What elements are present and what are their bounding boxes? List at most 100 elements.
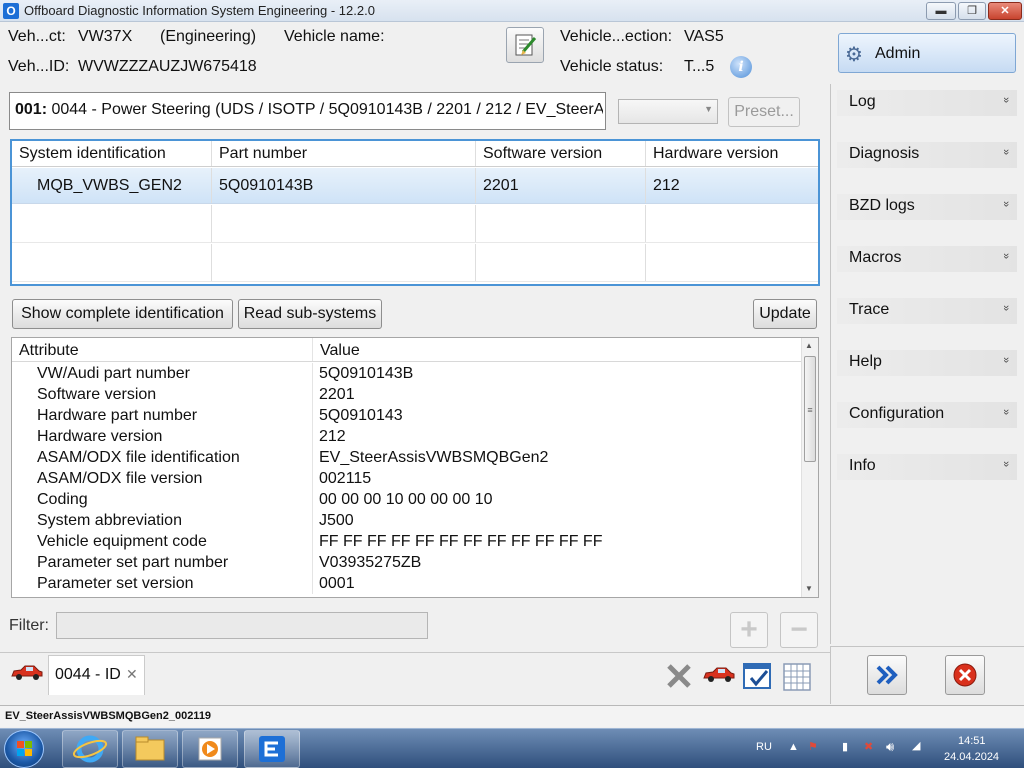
disconnect-tools-icon[interactable] <box>663 660 695 692</box>
column-header[interactable]: Value <box>313 338 360 361</box>
edit-vehicle-button[interactable] <box>506 27 544 63</box>
battery-icon[interactable]: ▮ <box>842 740 848 753</box>
panel-item-label: Log <box>849 93 876 110</box>
attribute-value: 5Q0910143 <box>319 407 403 424</box>
attribute-name: Hardware version <box>12 426 313 447</box>
admin-button[interactable]: ⚙ Admin <box>838 33 1016 73</box>
remove-filter-button[interactable]: − <box>780 612 818 648</box>
forward-button[interactable] <box>867 655 907 695</box>
vehicle-mode-value: (Engineering) <box>160 28 257 45</box>
internet-explorer-icon <box>72 735 108 763</box>
add-filter-button[interactable]: + <box>730 612 768 648</box>
column-header[interactable]: Part number <box>212 141 476 166</box>
scroll-up-icon[interactable]: ▲ <box>805 341 813 350</box>
table-row[interactable]: System abbreviation J500 <box>12 510 802 531</box>
panel-item-label: Configuration <box>849 405 945 422</box>
attribute-value: 00 00 00 10 00 00 00 10 <box>319 491 493 508</box>
exit-button[interactable] <box>945 655 985 695</box>
scroll-down-icon[interactable]: ▼ <box>805 584 813 593</box>
table-row[interactable]: Hardware part number 5Q0910143 <box>12 405 802 426</box>
volume-icon[interactable]: 🔊︎ <box>886 739 894 755</box>
close-icon[interactable]: ✕ <box>126 666 138 683</box>
window-title: Offboard Diagnostic Information System E… <box>24 3 375 18</box>
table-row[interactable]: Vehicle equipment code FF FF FF FF FF FF … <box>12 531 802 552</box>
table-row[interactable]: MQB_VWBS_GEN2 5Q0910143B 2201 212 <box>12 168 818 204</box>
column-header[interactable]: Hardware version <box>646 141 818 166</box>
system-combo[interactable]: ▼ <box>618 99 718 124</box>
taskbar-internet-explorer[interactable] <box>62 730 118 768</box>
identification-header: System identification Part number Softwa… <box>12 141 818 167</box>
panel-item-label: Diagnosis <box>849 145 920 162</box>
table-row[interactable]: Hardware version 212 <box>12 426 802 447</box>
power-alert-icon[interactable]: ✖ <box>864 740 873 753</box>
tab-0044-id[interactable]: 0044 - ID ✕ <box>48 655 145 695</box>
panel-item-bzd-logs[interactable]: BZD logs » <box>837 194 1017 220</box>
panel-item-macros[interactable]: Macros » <box>837 246 1017 272</box>
attribute-value: J500 <box>319 512 354 529</box>
maximize-button[interactable]: ❐ <box>958 2 986 20</box>
language-indicator[interactable]: RU <box>756 741 772 753</box>
table-row[interactable]: Coding 00 00 00 10 00 00 00 10 <box>12 489 802 510</box>
attribute-name: Vehicle equipment code <box>12 531 313 552</box>
minimize-button[interactable]: ▬ <box>926 2 956 20</box>
panel-item-label: Trace <box>849 301 890 318</box>
panel-item-help[interactable]: Help » <box>837 350 1017 376</box>
app-icon: O <box>3 3 19 19</box>
chevron-down-icon: ▼ <box>704 104 713 114</box>
vertical-scrollbar[interactable]: ▲ ≡ ▼ <box>801 338 818 597</box>
table-row[interactable]: Parameter set part number V03935275ZB <box>12 552 802 573</box>
show-complete-identification-button[interactable]: Show complete identification <box>12 299 233 329</box>
chevron-down-icon: » <box>999 96 1012 104</box>
calendar-check-icon[interactable] <box>742 660 774 692</box>
taskbar: RU ▲ ⚑ ▮ ✖ 🔊︎ ◢ 14:51 24.04.2024 <box>0 728 1024 768</box>
attributes-table: Attribute Value VW/Audi part number 5Q091… <box>11 337 819 598</box>
vehicle-connection-value: VAS5 <box>684 28 724 45</box>
attribute-name: ASAM/ODX file identification <box>12 447 313 468</box>
grid-icon[interactable] <box>782 660 814 692</box>
network-flag-icon[interactable]: ⚑ <box>808 740 818 753</box>
update-button[interactable]: Update <box>753 299 817 329</box>
empty-row <box>12 244 818 282</box>
chevron-down-icon: » <box>999 460 1012 468</box>
column-header[interactable]: Attribute <box>12 338 313 361</box>
system-selector[interactable]: 001: 0044 - Power Steering (UDS / ISOTP … <box>9 92 606 130</box>
attribute-value: 212 <box>319 428 346 445</box>
info-icon[interactable]: i <box>730 56 752 78</box>
attribute-name: Coding <box>12 489 313 510</box>
table-row[interactable]: VW/Audi part number 5Q0910143B <box>12 363 802 384</box>
start-button[interactable] <box>4 730 44 768</box>
notepad-pencil-icon <box>515 34 537 56</box>
system-description: 001: 0044 - Power Steering (UDS / ISOTP … <box>15 101 603 119</box>
column-header[interactable]: System identification <box>12 141 212 166</box>
vehicle-status-label: Vehicle status: <box>560 58 664 75</box>
table-row[interactable]: ASAM/ODX file identification EV_SteerAssi… <box>12 447 802 468</box>
taskbar-explorer[interactable] <box>122 730 178 768</box>
attribute-name: VW/Audi part number <box>12 363 313 384</box>
table-row[interactable]: Parameter set version 0001 <box>12 573 802 594</box>
panel-item-trace[interactable]: Trace » <box>837 298 1017 324</box>
preset-button[interactable]: Preset... <box>728 97 800 127</box>
panel-item-configuration[interactable]: Configuration » <box>837 402 1017 428</box>
car-icon[interactable] <box>10 663 44 681</box>
scroll-thumb[interactable]: ≡ <box>804 356 816 462</box>
taskbar-media-player[interactable] <box>182 730 238 768</box>
taskbar-odis[interactable] <box>244 730 300 768</box>
attribute-value: 2201 <box>319 386 355 403</box>
panel-item-info[interactable]: Info » <box>837 454 1017 480</box>
panel-item-diagnosis[interactable]: Diagnosis » <box>837 142 1017 168</box>
attribute-value: 002115 <box>319 470 372 487</box>
table-row[interactable]: Software version 2201 <box>12 384 802 405</box>
table-row[interactable]: ASAM/ODX file version 002115 <box>12 468 802 489</box>
car-icon[interactable] <box>702 664 736 684</box>
filter-input[interactable] <box>56 612 428 639</box>
close-button[interactable]: ✕ <box>988 2 1022 20</box>
tray-expand-icon[interactable]: ▲ <box>788 741 799 753</box>
column-header[interactable]: Software version <box>476 141 646 166</box>
clock-time[interactable]: 14:51 <box>958 735 986 747</box>
network-icon[interactable]: ◢ <box>912 739 920 752</box>
read-sub-systems-button[interactable]: Read sub-systems <box>238 299 382 329</box>
vehicle-name-label: Vehicle name: <box>284 28 385 45</box>
panel-item-label: BZD logs <box>849 197 915 214</box>
panel-item-log[interactable]: Log » <box>837 90 1017 116</box>
clock-date[interactable]: 24.04.2024 <box>944 751 999 763</box>
